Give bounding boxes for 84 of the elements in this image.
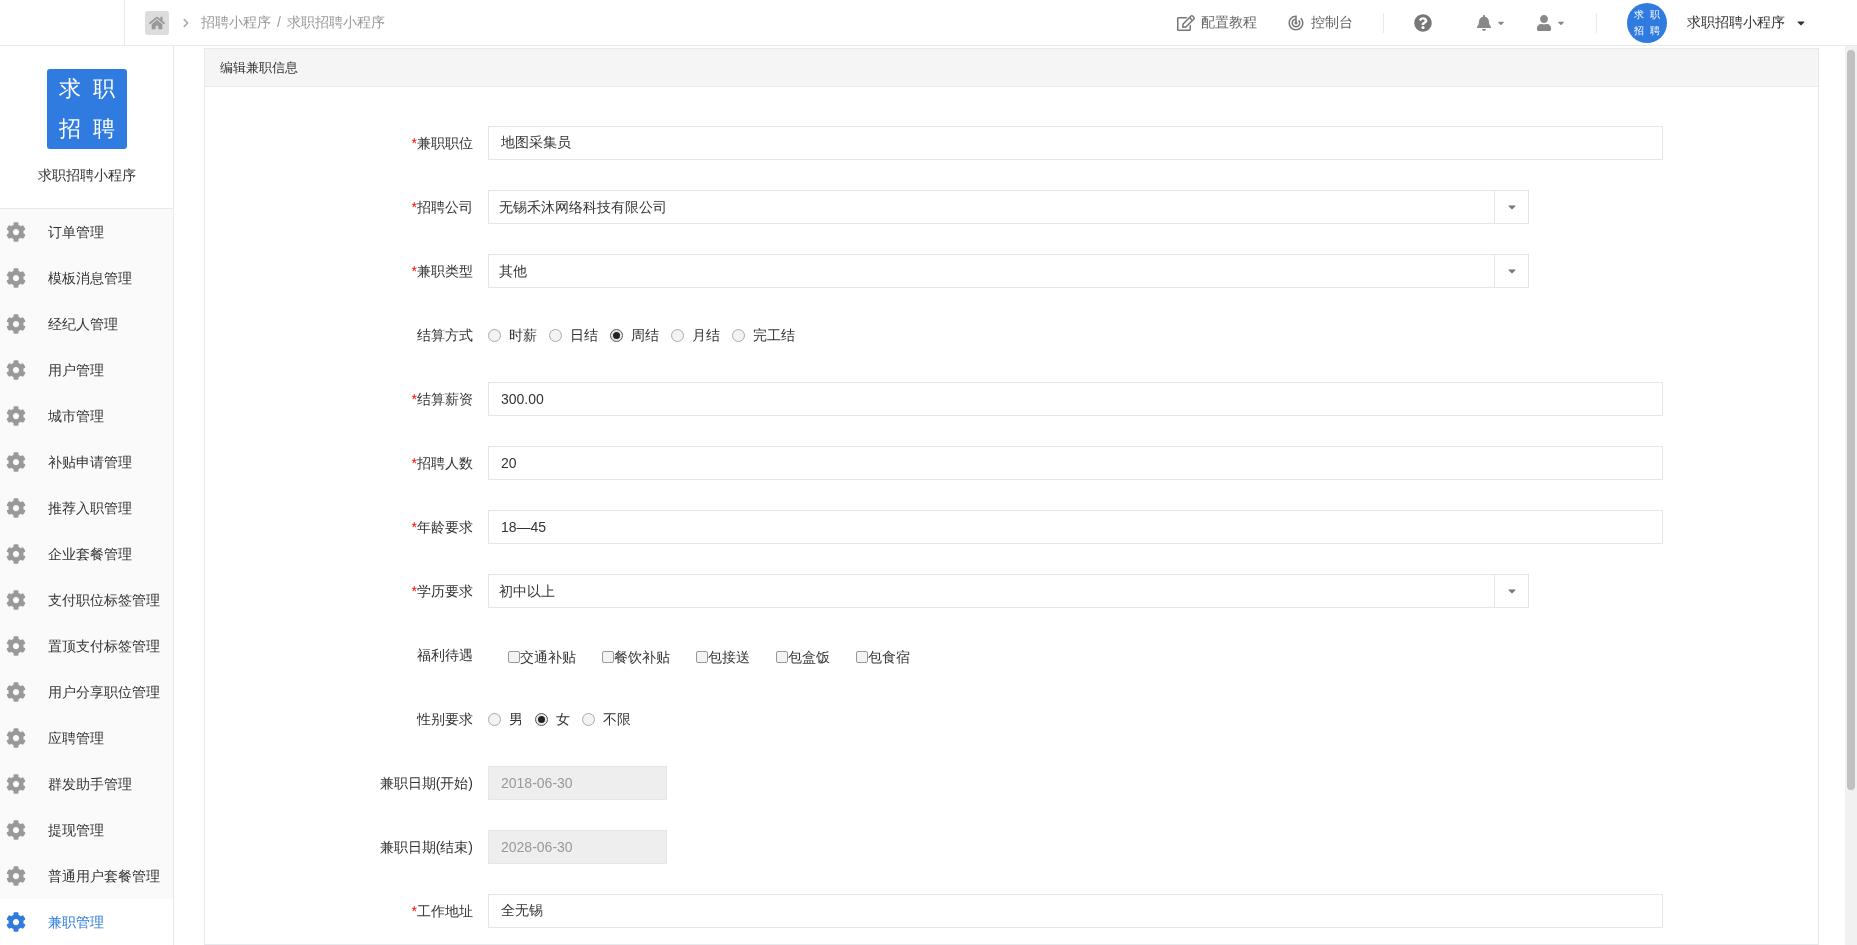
field-label: *年龄要求 bbox=[411, 517, 473, 537]
avatar[interactable]: 求 职 招 聘 bbox=[1627, 2, 1667, 43]
chevron-icon bbox=[181, 17, 191, 28]
checkbox-option[interactable]: 包接送 bbox=[696, 646, 750, 668]
scrollbar[interactable] bbox=[1845, 46, 1857, 945]
sidebar-item[interactable]: 补贴申请管理 bbox=[0, 439, 173, 485]
gear-icon bbox=[6, 314, 26, 334]
breadcrumb-separator: / bbox=[277, 13, 281, 32]
sidebar-item[interactable]: 城市管理 bbox=[0, 393, 173, 439]
field-label: 兼职日期(开始) bbox=[379, 773, 473, 793]
radio-option[interactable]: 月结 bbox=[671, 324, 720, 346]
field-label: *兼职类型 bbox=[411, 261, 473, 281]
field-label: *结算薪资 bbox=[411, 389, 473, 409]
user-icon bbox=[1536, 14, 1552, 31]
gear-icon bbox=[6, 866, 26, 886]
target-icon bbox=[1287, 13, 1305, 32]
gear-icon bbox=[6, 544, 26, 564]
sidebar-item[interactable]: 经纪人管理 bbox=[0, 301, 173, 347]
gear-icon bbox=[6, 268, 26, 288]
gear-icon bbox=[6, 636, 26, 656]
checkbox-option[interactable]: 包盒饭 bbox=[776, 646, 830, 668]
field-label: 兼职日期(结束) bbox=[379, 837, 473, 857]
select-field[interactable]: 其他 bbox=[488, 254, 1529, 288]
text-field[interactable]: 全无锡 bbox=[488, 894, 1663, 928]
sidebar-item[interactable]: 用户管理 bbox=[0, 347, 173, 393]
sidebar-item[interactable]: 支付职位标签管理 bbox=[0, 577, 173, 623]
radio-option[interactable]: 男 bbox=[488, 708, 523, 730]
gear-icon bbox=[6, 222, 26, 242]
field-label: *工作地址 bbox=[411, 901, 473, 921]
sidebar-item[interactable]: 订单管理 bbox=[0, 209, 173, 255]
sidebar-item[interactable]: 应聘管理 bbox=[0, 715, 173, 761]
bell-icon bbox=[1476, 14, 1492, 31]
app-name: 求职招聘小程序 bbox=[37, 165, 136, 185]
gear-icon bbox=[6, 406, 26, 426]
notification-button[interactable] bbox=[1476, 14, 1506, 31]
gear-icon bbox=[6, 774, 26, 794]
home-icon bbox=[149, 14, 165, 31]
sidebar-item[interactable]: 置顶支付标签管理 bbox=[0, 623, 173, 669]
text-field[interactable]: 地图采集员 bbox=[488, 126, 1663, 160]
checkbox-option[interactable]: 包食宿 bbox=[856, 646, 910, 668]
text-field[interactable]: 18—45 bbox=[488, 510, 1663, 544]
gear-icon bbox=[6, 498, 26, 518]
radio-option[interactable]: 周结 bbox=[610, 324, 659, 346]
radio-option[interactable]: 不限 bbox=[582, 708, 631, 730]
checkbox-option[interactable]: 餐饮补贴 bbox=[602, 646, 670, 668]
gear-icon bbox=[6, 590, 26, 610]
home-button[interactable] bbox=[145, 10, 169, 35]
select-field[interactable]: 初中以上 bbox=[488, 574, 1529, 608]
checkbox-option[interactable]: 交通补贴 bbox=[508, 646, 576, 668]
field-label: *招聘公司 bbox=[411, 197, 473, 217]
sidebar-item[interactable]: 群发助手管理 bbox=[0, 761, 173, 807]
help-icon[interactable] bbox=[1414, 13, 1432, 32]
select-field[interactable]: 无锡禾沐网络科技有限公司 bbox=[488, 190, 1529, 224]
gear-icon bbox=[6, 360, 26, 380]
user-button[interactable] bbox=[1536, 14, 1566, 31]
gear-icon bbox=[6, 452, 26, 472]
field-label: *兼职职位 bbox=[411, 133, 473, 153]
sidebar-item[interactable]: 用户分享职位管理 bbox=[0, 669, 173, 715]
sidebar-item[interactable]: 企业套餐管理 bbox=[0, 531, 173, 577]
radio-option[interactable]: 完工结 bbox=[732, 324, 795, 346]
app-logo: 求 职 招 聘 bbox=[46, 68, 127, 149]
radio-option[interactable]: 时薪 bbox=[488, 324, 537, 346]
tutorial-link[interactable]: 配置教程 bbox=[1177, 12, 1257, 33]
text-field[interactable]: 300.00 bbox=[488, 382, 1663, 416]
gear-icon bbox=[6, 912, 26, 932]
account-menu[interactable]: 求职招聘小程序 bbox=[1687, 12, 1807, 33]
field-label: *招聘人数 bbox=[411, 453, 473, 473]
field-label: 福利待遇 bbox=[417, 645, 473, 665]
text-field[interactable]: 20 bbox=[488, 446, 1663, 480]
field-label: 结算方式 bbox=[417, 325, 473, 345]
console-link[interactable]: 控制台 bbox=[1287, 12, 1353, 33]
radio-option[interactable]: 女 bbox=[535, 708, 570, 730]
field-label: *学历要求 bbox=[411, 581, 473, 601]
sidebar-item[interactable]: 普通用户套餐管理 bbox=[0, 853, 173, 899]
gear-icon bbox=[6, 728, 26, 748]
radio-option[interactable]: 日结 bbox=[549, 324, 598, 346]
edit-icon bbox=[1177, 13, 1195, 32]
gear-icon bbox=[6, 820, 26, 840]
panel-title: 编辑兼职信息 bbox=[220, 58, 298, 77]
sidebar-item[interactable]: 提现管理 bbox=[0, 807, 173, 853]
sidebar-item[interactable]: 推荐入职管理 bbox=[0, 485, 173, 531]
field-label: 性别要求 bbox=[417, 709, 473, 729]
sidebar-item[interactable]: 模板消息管理 bbox=[0, 255, 173, 301]
gear-icon bbox=[6, 682, 26, 702]
